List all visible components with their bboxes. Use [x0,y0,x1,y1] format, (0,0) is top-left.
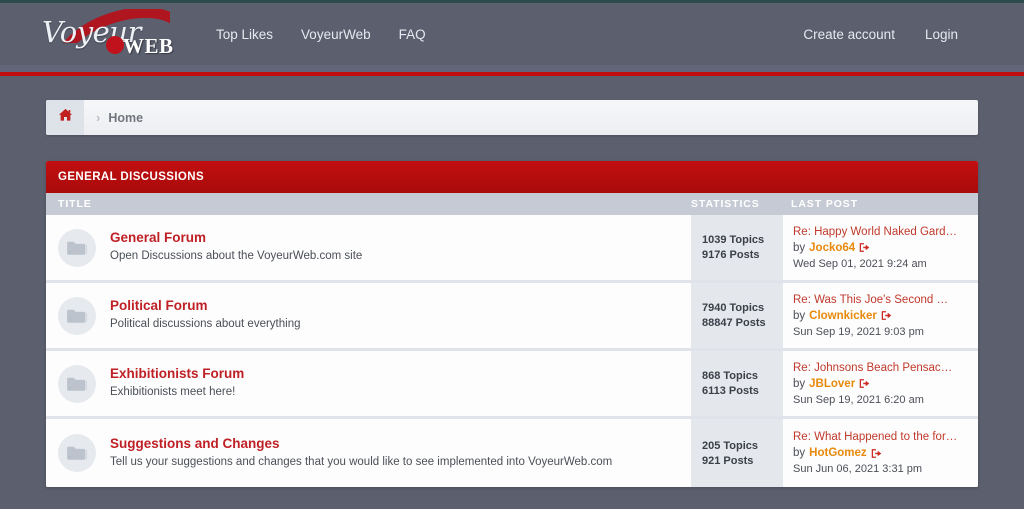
breadcrumb: › Home [46,100,978,135]
last-post-author-link[interactable]: Clownkicker [809,310,877,322]
forum-text-group: Suggestions and Changes Tell us your sug… [110,436,613,470]
content-wrapper: › Home GENERAL DISCUSSIONS TITLE STATIST… [46,100,978,487]
forum-statistics-cell: 868 Topics 6113 Posts [691,351,783,416]
last-post-date: Sun Sep 19, 2021 9:03 pm [793,325,924,338]
by-label: by [793,377,806,390]
folder-icon [58,296,96,335]
last-post-author-line: by HotGomez [793,447,978,459]
table-row: Political Forum Political discussions ab… [46,283,978,351]
last-post-author-line: by Jocko64 [793,242,978,254]
forum-text-group: Exhibitionists Forum Exhibitionists meet… [110,366,244,400]
forum-title-cell: Political Forum Political discussions ab… [46,283,691,348]
forum-name-link[interactable]: General Forum [110,230,362,246]
column-header-row: TITLE STATISTICS LAST POST [46,193,978,215]
header-red-rule [0,72,1024,76]
chevron-right-icon: › [96,110,101,125]
forum-name-link[interactable]: Exhibitionists Forum [110,366,244,382]
folder-icon [58,364,96,403]
posts-count: 9176 Posts [702,249,760,261]
last-post-author-line: by JBLover [793,378,978,390]
forum-description: Open Discussions about the VoyeurWeb.com… [110,250,363,263]
last-post-author-link[interactable]: JBLover [809,378,855,390]
column-header-statistics: STATISTICS [691,198,760,210]
nav-link-faq[interactable]: FAQ [399,27,426,42]
forum-statistics-cell: 7940 Topics 88847 Posts [691,283,783,348]
posts-count: 921 Posts [702,454,754,467]
topics-count: 868 Topics [702,370,759,382]
folder-icon [58,228,96,267]
category-title: GENERAL DISCUSSIONS [58,171,205,183]
forum-statistics-cell: 1039 Topics 9176 Posts [691,215,783,280]
by-label: by [793,241,806,254]
forum-description: Tell us your suggestions and changes tha… [110,455,613,468]
goto-post-icon[interactable] [859,378,870,389]
last-post-author-line: by Clownkicker [793,310,978,322]
topics-count: 1039 Topics [702,234,765,246]
topics-count: 7940 Topics [702,302,765,314]
last-post-date: Sun Sep 19, 2021 6:20 am [793,393,924,406]
forum-title-cell: Suggestions and Changes Tell us your sug… [46,419,691,487]
topics-count: 205 Topics [702,439,759,452]
last-post-cell: Re: Was This Joe's Second W… by Clownkic… [783,283,978,348]
breadcrumb-items: › Home [84,100,143,135]
category-header: GENERAL DISCUSSIONS [46,161,978,193]
last-post-date: Sun Jun 06, 2021 3:31 pm [793,463,923,475]
site-header: Voyeur WEB Top Likes VoyeurWeb FAQ Creat… [0,3,1024,65]
column-header-title: TITLE [58,198,92,210]
goto-post-icon[interactable] [881,310,892,321]
forum-description: Exhibitionists meet here! [110,386,236,399]
posts-count: 88847 Posts [702,317,766,329]
forum-category-block: GENERAL DISCUSSIONS TITLE STATISTICS LAS… [46,161,978,487]
forum-rows: General Forum Open Discussions about the… [46,215,978,487]
nav-link-top-likes[interactable]: Top Likes [216,27,273,42]
nav-link-create-account[interactable]: Create account [803,27,895,42]
table-row: Exhibitionists Forum Exhibitionists meet… [46,351,978,419]
page-body: › Home GENERAL DISCUSSIONS TITLE STATIST… [0,100,1024,487]
folder-icon [58,434,96,472]
table-row: Suggestions and Changes Tell us your sug… [46,419,978,487]
forum-title-cell: Exhibitionists Forum Exhibitionists meet… [46,351,691,416]
nav-link-voyeurweb[interactable]: VoyeurWeb [301,27,371,42]
forum-title-cell: General Forum Open Discussions about the… [46,215,691,280]
column-header-last-post: LAST POST [791,198,859,210]
last-post-date: Wed Sep 01, 2021 9:24 am [793,257,927,270]
logo-web-text: WEB [123,34,174,58]
account-nav: Create account Login [803,27,958,42]
goto-post-icon[interactable] [859,242,870,253]
last-post-subject-link[interactable]: Re: What Happened to the for… [793,431,958,443]
by-label: by [793,447,806,459]
home-icon [58,108,73,127]
breadcrumb-home-button[interactable] [46,100,84,135]
last-post-subject-link[interactable]: Re: Was This Joe's Second W… [793,294,958,306]
forum-text-group: General Forum Open Discussions about the… [110,230,363,264]
breadcrumb-item-home[interactable]: Home [108,111,143,125]
goto-post-icon[interactable] [871,448,882,459]
forum-name-link[interactable]: Suggestions and Changes [110,436,612,452]
logo-dot-icon [106,36,124,54]
site-logo[interactable]: Voyeur WEB [40,8,180,60]
last-post-author-link[interactable]: Jocko64 [809,242,855,254]
forum-text-group: Political Forum Political discussions ab… [110,298,301,332]
last-post-cell: Re: Johnsons Beach Pensacol… by JBLover … [783,351,978,416]
forum-statistics-cell: 205 Topics 921 Posts [691,419,783,487]
last-post-subject-link[interactable]: Re: Happy World Naked Gard… [793,226,958,238]
posts-count: 6113 Posts [702,385,759,397]
forum-description: Political discussions about everything [110,318,301,331]
last-post-cell: Re: What Happened to the for… by HotGome… [783,419,978,487]
forum-name-link[interactable]: Political Forum [110,298,301,314]
header-lower-band [0,65,1024,72]
last-post-author-link[interactable]: HotGomez [809,447,867,459]
table-row: General Forum Open Discussions about the… [46,215,978,283]
last-post-cell: Re: Happy World Naked Gard… by Jocko64 W… [783,215,978,280]
last-post-subject-link[interactable]: Re: Johnsons Beach Pensacol… [793,362,958,374]
nav-link-login[interactable]: Login [925,27,958,42]
primary-nav: Top Likes VoyeurWeb FAQ [216,27,426,42]
by-label: by [793,309,806,322]
